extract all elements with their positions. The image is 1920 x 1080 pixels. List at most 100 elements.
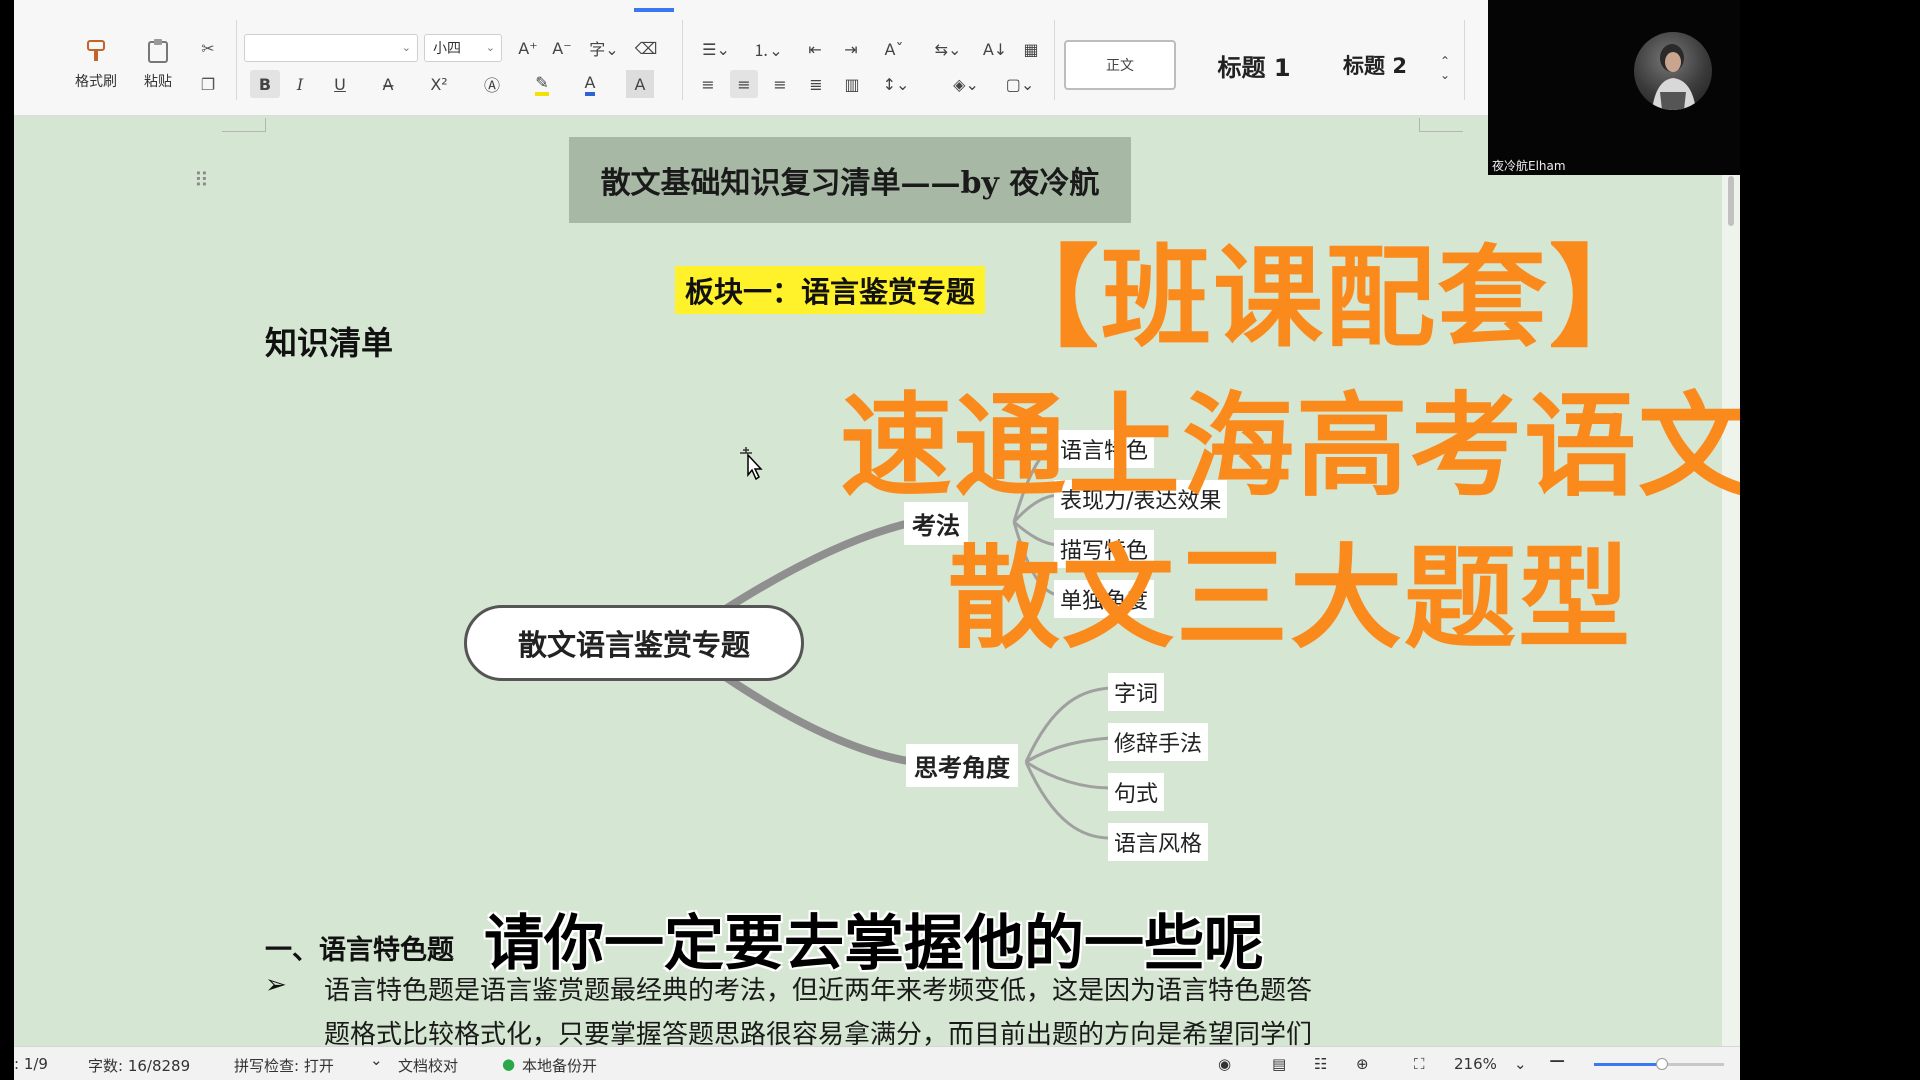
shading-button[interactable]: ◈⌄ [946,70,986,98]
clear-format-button[interactable]: ⌫ [632,36,660,60]
underline-icon: U [334,74,346,94]
font-color-button[interactable]: A [570,70,610,98]
style-normal[interactable]: 正文 [1064,40,1176,90]
indent-icon: ⇥ [844,39,858,59]
clear-format-icon: ⌫ [634,38,658,58]
page-corner-mark [1419,118,1463,132]
format-painter-button[interactable]: 格式刷 [68,32,124,96]
mindmap-leaf[interactable]: 字词 [1108,673,1165,711]
sort-button[interactable]: ⇆⌄ [928,36,968,62]
paste-button[interactable]: 粘贴 [130,32,186,96]
ribbon-separator [682,20,683,100]
text-effect-icon: Ⓐ [483,76,500,95]
section-heading: 一、语言特色题 [265,935,454,966]
page-corner-mark [222,118,266,132]
style-heading1-label: 标题 1 [1217,53,1291,82]
text-direction-button[interactable]: Aˇ [874,36,914,62]
page-indicator[interactable]: : 1/9 [14,1055,48,1073]
chevron-down-icon: ⌄ [401,41,411,54]
strikethrough-icon: A̶ [382,74,394,94]
sort-icon: ⇆⌄ [934,39,962,59]
align-right-button[interactable]: ≡ [766,70,794,98]
underline-button[interactable]: U [320,70,360,98]
chevron-up-icon: ⌃ [1439,54,1451,68]
mindmap-leaf[interactable]: 句式 [1108,773,1165,811]
line-spacing-icon: ↕⌄ [882,74,910,94]
cut-button[interactable]: ✂ [194,34,222,62]
zoom-slider-fill [1594,1063,1662,1066]
screen: 格式刷 粘贴 ✂ ❐ ⌄ 小四 ⌄ A⁺ A⁻ 字⌄ ⌫ B I U A̶ X² … [0,0,1920,1080]
mindmap-leaf[interactable]: 修辞手法 [1108,723,1209,761]
ribbon-separator [1464,20,1465,100]
char-shading-button[interactable]: A [626,70,654,98]
superscript-button[interactable]: X² [414,70,464,98]
scrollbar-thumb[interactable] [1728,176,1734,226]
presenter-name: 夜冷航Elham [1492,159,1566,173]
promo-title-line1: 【班课配套】 [989,234,1661,362]
zoom-slider[interactable] [1594,1058,1724,1070]
mindmap-root[interactable]: 散文语言鉴赏专题 [464,605,804,681]
shrink-font-button[interactable]: A⁻ [548,36,576,60]
mindmap-branch-angle[interactable]: 思考角度 [906,744,1018,787]
strikethrough-button[interactable]: A̶ [368,70,408,98]
style-heading2[interactable]: 标题 2 [1320,40,1430,90]
zoom-level[interactable]: 216% [1454,1055,1497,1073]
active-tab-indicator [634,8,674,12]
indent-button[interactable]: ⇥ [836,36,866,62]
fit-screen-icon[interactable]: ⛶ [1414,1055,1425,1073]
font-family-select[interactable]: ⌄ [244,34,418,62]
align-center-button[interactable]: ≡ [730,70,758,98]
outdent-button[interactable]: ⇤ [800,36,830,62]
bullet-list-button[interactable]: ☰⌄ [696,36,736,62]
font-size-select[interactable]: 小四 ⌄ [424,34,502,62]
zoom-slider-thumb[interactable] [1655,1058,1668,1070]
bold-button[interactable]: B [250,70,280,98]
align-right-icon: ≡ [773,74,787,94]
bullet-arrow-icon: ➢ [265,970,287,1000]
text-effect-button[interactable]: Ⓐ [472,70,512,98]
backup-status[interactable]: 本地备份开 [522,1055,597,1076]
bullet-list-icon: ☰⌄ [702,39,730,59]
bold-icon: B [258,74,272,94]
zoom-out-icon[interactable]: − [1548,1049,1566,1074]
border-button[interactable]: ▢⌄ [1000,70,1040,98]
style-heading1[interactable]: 标题 1 [1194,40,1314,90]
vertical-scrollbar[interactable] [1722,116,1740,1046]
table-button[interactable]: ▦ [1016,36,1046,62]
outline-view-icon[interactable]: ☷ [1314,1055,1327,1073]
drag-handle-icon[interactable]: ⠿ [194,168,209,192]
justify-button[interactable]: ≣ [802,70,830,98]
distribute-button[interactable]: ▥ [838,70,866,98]
mindmap-leaf[interactable]: 语言风格 [1108,823,1209,861]
proofread-button[interactable]: 文档校对 [398,1055,458,1076]
chevron-down-icon: ⌄ [485,41,495,54]
align-left-button[interactable]: ≡ [694,70,722,98]
grow-font-button[interactable]: A⁺ [514,36,542,60]
web-view-icon[interactable]: ⊕ [1356,1055,1369,1073]
italic-icon: I [296,74,304,94]
phonetic-button[interactable]: 字⌄ [584,36,624,60]
eye-icon[interactable]: ◉ [1218,1055,1231,1073]
table-icon: ▦ [1023,39,1039,59]
italic-button[interactable]: I [286,70,314,98]
font-size-value: 小四 [433,41,461,57]
page-view-icon[interactable]: ▤ [1272,1055,1286,1073]
show-marks-button[interactable]: A↓ [980,36,1010,62]
format-painter-label: 格式刷 [75,74,117,90]
move-cursor-icon [740,447,763,481]
show-marks-icon: A↓ [982,39,1008,59]
line-spacing-button[interactable]: ↕⌄ [876,70,916,98]
copy-button[interactable]: ❐ [194,70,222,98]
numbered-list-button[interactable]: ⒈⌄ [748,36,788,62]
highlight-button[interactable]: ✎ [522,70,562,98]
spell-check-toggle[interactable]: 拼写检查: 打开 [234,1055,334,1076]
styles-scroll-button[interactable]: ⌃ ⌄ [1434,50,1456,86]
text-direction-icon: Aˇ [884,39,904,59]
shrink-font-icon: A⁻ [552,38,572,58]
word-count[interactable]: 字数: 16/8289 [88,1055,190,1076]
status-bar: : 1/9 字数: 16/8289 拼写检查: 打开 ⌄ 文档校对 ● 本地备份… [14,1046,1740,1080]
outdent-icon: ⇤ [808,39,822,59]
chevron-down-icon[interactable]: ⌄ [1514,1055,1527,1073]
paste-label: 粘贴 [144,74,172,90]
phonetic-icon: 字⌄ [589,40,619,59]
